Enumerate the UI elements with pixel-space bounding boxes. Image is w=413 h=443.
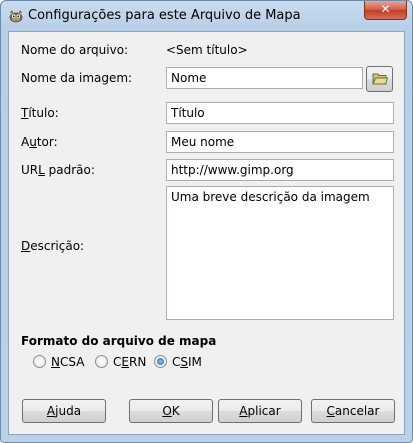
apply-button[interactable]: Aplicar [218, 399, 302, 423]
help-button[interactable]: Ajuda [22, 399, 106, 423]
radio-ncsa-indicator[interactable] [33, 355, 46, 368]
radio-csim[interactable]: CSIM [154, 355, 202, 373]
description-textarea[interactable]: Uma breve descrição da imagem [166, 186, 394, 320]
close-button[interactable]: ✕ [364, 1, 407, 20]
radio-ncsa[interactable]: NCSA [33, 355, 84, 373]
browse-button[interactable] [366, 66, 393, 92]
author-input[interactable]: Meu nome [166, 131, 394, 153]
gimp-icon [9, 10, 23, 23]
close-icon: ✕ [380, 2, 391, 16]
ok-button[interactable]: OK [129, 399, 213, 423]
dialog-content: Nome do arquivo: <Sem título> Nome da im… [8, 31, 405, 435]
default-url-input[interactable]: http://www.gimp.org [166, 159, 394, 181]
author-label: Autor: [21, 135, 58, 149]
radio-cern-indicator[interactable] [95, 355, 108, 368]
title-input[interactable]: Título [166, 102, 394, 124]
folder-open-icon [372, 73, 388, 85]
default-url-label: URL padrão: [21, 163, 95, 177]
title-label: Título: [21, 106, 59, 120]
window-title: Configurações para este Arquivo de Mapa [28, 8, 301, 23]
filename-value: <Sem título> [166, 43, 248, 57]
radio-cern-label: CERN [113, 355, 147, 369]
filename-label: Nome do arquivo: [21, 43, 129, 57]
description-label: Descrição: [21, 239, 85, 253]
radio-cern[interactable]: CERN [95, 355, 146, 373]
title-bar[interactable]: Configurações para este Arquivo de Mapa … [1, 1, 412, 31]
radio-csim-indicator[interactable] [154, 355, 167, 368]
cancel-button[interactable]: Cancelar [311, 399, 395, 423]
image-name-input[interactable]: Nome [166, 67, 363, 89]
image-name-label: Nome da imagem: [21, 71, 133, 85]
settings-dialog: Configurações para este Arquivo de Mapa … [0, 0, 413, 443]
radio-csim-label: CSIM [172, 355, 202, 369]
map-format-title: Formato do arquivo de mapa [21, 334, 217, 348]
radio-ncsa-label: NCSA [51, 355, 85, 369]
